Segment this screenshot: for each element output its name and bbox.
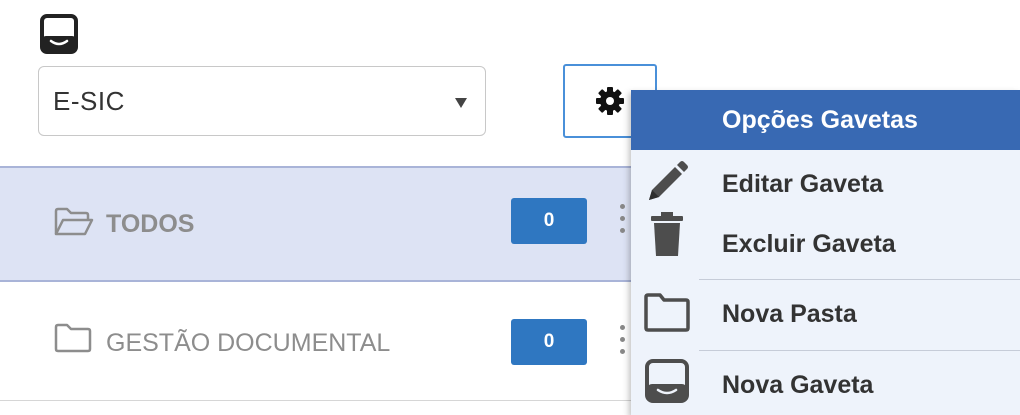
folder-row-todos[interactable]: TODOS 0 [0,166,650,282]
pencil-icon [649,161,688,200]
menu-item-editar-gaveta[interactable]: Editar Gaveta [631,150,1020,210]
folder-label: TODOS [106,210,195,238]
count-badge: 0 [511,319,587,365]
folder-open-icon [54,207,94,236]
drawer-icon [645,359,689,403]
menu-item-label: Nova Pasta [722,300,857,328]
caret-down-icon [455,98,467,108]
folder-row-gestao-documental[interactable]: GESTÃO DOCUMENTAL 0 [0,283,650,401]
folder-icon [54,323,92,353]
menu-item-label: Editar Gaveta [722,170,884,198]
menu-item-excluir-gaveta[interactable]: Excluir Gaveta [631,210,1020,280]
drawer-icon [40,14,78,54]
menu-header: Opções Gavetas [631,90,1020,150]
menu-item-nova-pasta[interactable]: Nova Pasta [631,280,1020,350]
drawer-select-value: E-SIC [53,85,125,116]
folder-label: GESTÃO DOCUMENTAL [106,329,391,357]
menu-header-title: Opções Gavetas [722,106,918,134]
count-badge: 0 [511,198,587,244]
menu-item-label: Nova Gaveta [722,371,874,399]
drawer-options-menu: Opções Gavetas Editar Gaveta Excluir Gav… [631,90,1020,415]
menu-item-nova-gaveta[interactable]: Nova Gaveta [631,351,1020,415]
folder-icon [644,293,690,332]
drawer-panel: E-SIC TODOS 0 GESTÃO DOCUMENTAL 0 Opções… [0,0,1020,415]
trash-icon [651,212,683,256]
menu-item-label: Excluir Gaveta [722,230,896,258]
drawer-select[interactable]: E-SIC [38,66,486,136]
kebab-icon[interactable] [615,325,629,365]
gear-icon [596,87,624,115]
kebab-icon[interactable] [615,204,629,244]
